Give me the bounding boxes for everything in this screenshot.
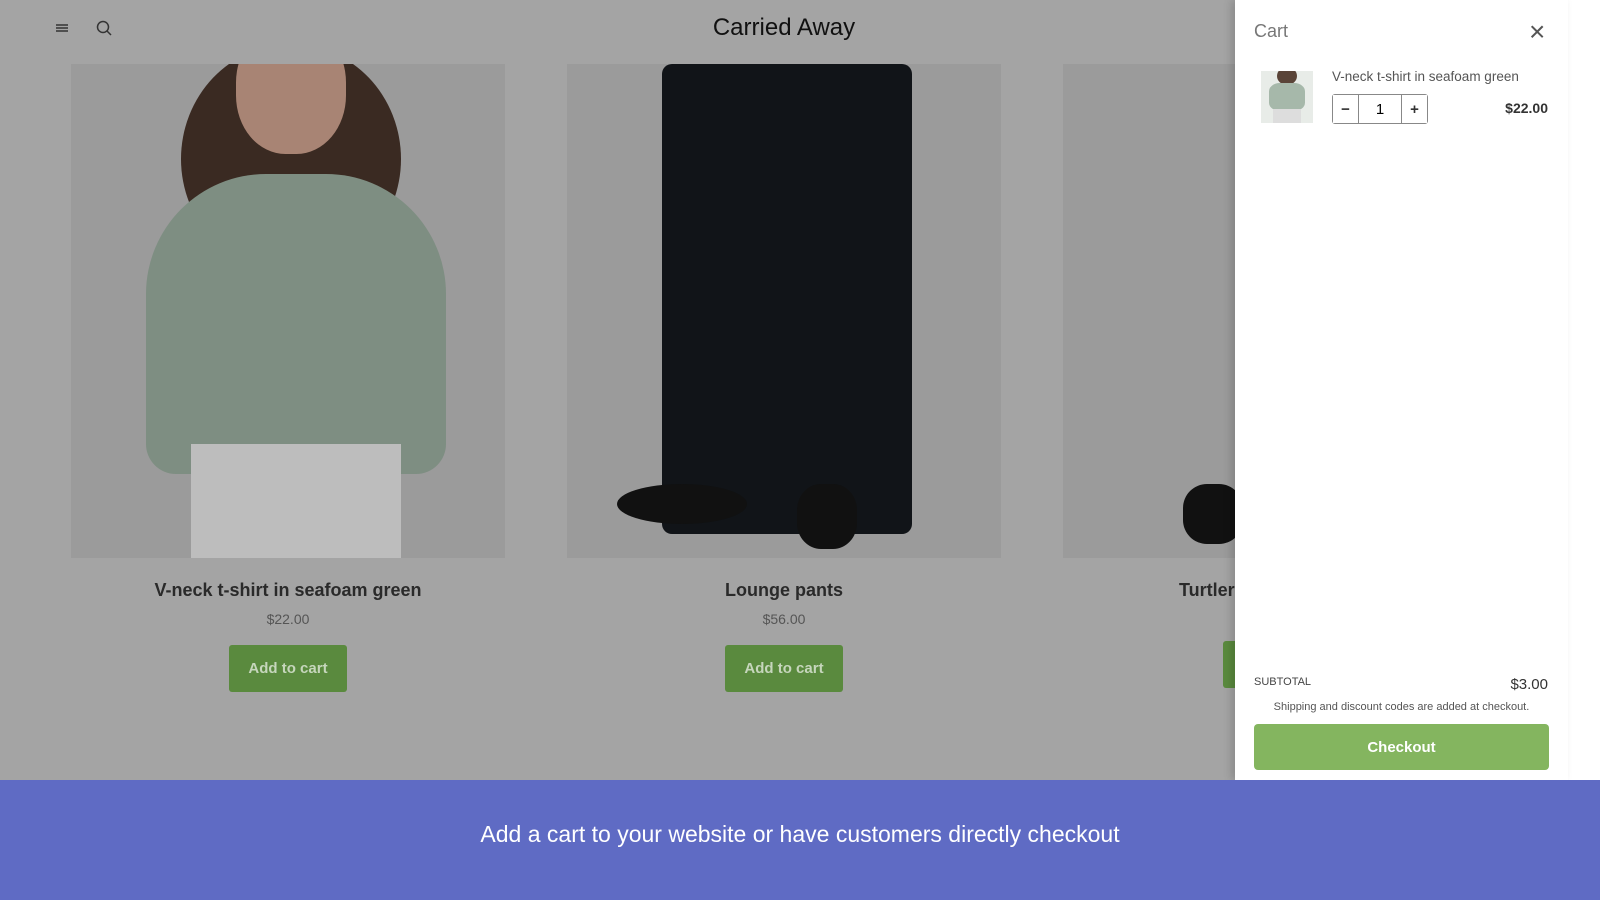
cart-item-name: V-neck t-shirt in seafoam green xyxy=(1332,69,1519,84)
product-card: Lounge pants $56.00 Add to cart xyxy=(567,64,1001,692)
increase-quantity-button[interactable]: + xyxy=(1402,95,1427,123)
product-name[interactable]: Lounge pants xyxy=(567,580,1001,601)
product-price: $22.00 xyxy=(266,611,310,627)
close-icon[interactable]: × xyxy=(1529,18,1545,46)
cart-title: Cart xyxy=(1254,21,1289,41)
subtotal-value: $3.00 xyxy=(1510,676,1548,693)
product-price: $56.00 xyxy=(762,611,806,627)
product-name[interactable]: V-neck t-shirt in seafoam green xyxy=(71,580,505,601)
cart-item-price: $22.00 xyxy=(1505,100,1548,116)
cart-item-thumbnail xyxy=(1261,71,1313,123)
cart-drawer: Cart × V-neck t-shirt in seafoam green −… xyxy=(1235,0,1568,780)
shipping-note: Shipping and discount codes are added at… xyxy=(1273,701,1530,713)
subtotal-label: SUBTOTAL xyxy=(1254,676,1312,688)
product-card: V-neck t-shirt in seafoam green $22.00 A… xyxy=(71,64,505,692)
checkout-button[interactable]: Checkout xyxy=(1254,724,1549,770)
product-image[interactable] xyxy=(567,64,1001,558)
decrease-quantity-button[interactable]: − xyxy=(1333,95,1358,123)
add-to-cart-button[interactable]: Add to cart xyxy=(229,645,347,692)
add-to-cart-button[interactable]: Add to cart xyxy=(725,645,843,692)
promo-banner: Add a cart to your website or have custo… xyxy=(0,780,1600,900)
quantity-stepper: − + xyxy=(1332,94,1428,124)
product-image[interactable] xyxy=(71,64,505,558)
quantity-input[interactable] xyxy=(1358,95,1402,123)
